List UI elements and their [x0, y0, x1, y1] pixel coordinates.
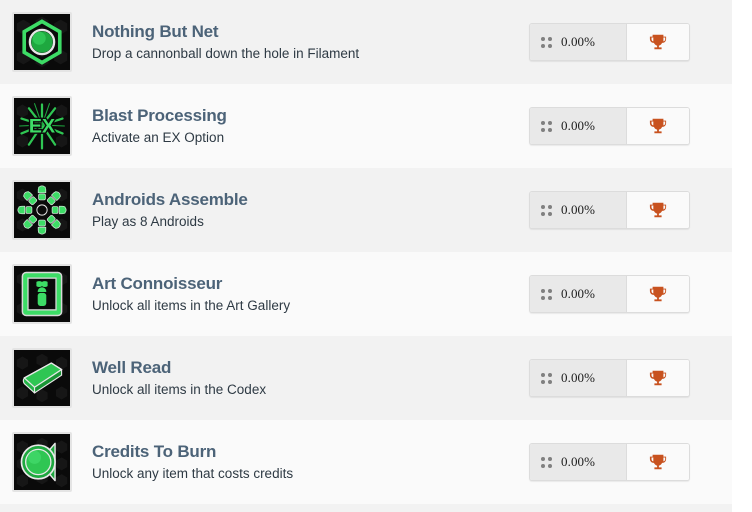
grip-dots-icon — [541, 120, 552, 132]
progress-button[interactable]: 0.00% — [530, 108, 627, 144]
achievement-text: Well Read Unlock all items in the Codex — [72, 357, 529, 400]
achievement-actions[interactable]: 0.00% — [529, 275, 690, 313]
achievement-actions[interactable]: 0.00% — [529, 107, 690, 145]
hexagon-ball-icon — [12, 12, 72, 72]
trophy-button[interactable] — [627, 360, 689, 396]
achievement-text: Blast Processing Activate an EX Option — [72, 105, 529, 148]
progress-button[interactable]: 0.00% — [530, 192, 627, 228]
grip-dots-icon — [541, 372, 552, 384]
achievement-description: Drop a cannonball down the hole in Filam… — [92, 45, 360, 61]
progress-value: 0.00% — [561, 370, 596, 385]
progress-value: 0.00% — [561, 454, 596, 469]
achievement-description: Unlock all items in the Codex — [92, 381, 267, 397]
svg-text:EX: EX — [29, 116, 55, 138]
achievement-row[interactable]: Art Connoisseur Unlock all items in the … — [0, 252, 732, 336]
trophy-icon — [649, 118, 667, 134]
achievement-description: Play as 8 Androids — [92, 213, 204, 229]
progress-value: 0.00% — [561, 118, 596, 133]
trophy-button[interactable] — [627, 444, 689, 480]
trophy-button[interactable] — [627, 276, 689, 312]
progress-button[interactable]: 0.00% — [530, 444, 627, 480]
achievement-title: Art Connoisseur — [92, 273, 223, 293]
achievement-actions[interactable]: 0.00% — [529, 443, 690, 481]
achievement-title: Nothing But Net — [92, 21, 219, 41]
progress-button[interactable]: 0.00% — [530, 24, 627, 60]
progress-value: 0.00% — [561, 202, 596, 217]
achievement-row[interactable]: Credits To Burn Unlock any item that cos… — [0, 420, 732, 504]
achievement-text: Credits To Burn Unlock any item that cos… — [72, 441, 529, 484]
ex-burst-icon: EX — [12, 96, 72, 156]
achievement-actions[interactable]: 0.00% — [529, 23, 690, 61]
progress-button[interactable]: 0.00% — [530, 360, 627, 396]
achievement-title: Well Read — [92, 357, 172, 377]
trophy-icon — [649, 202, 667, 218]
book-icon — [12, 348, 72, 408]
coin-credit-icon — [12, 432, 72, 492]
trophy-icon — [649, 454, 667, 470]
achievement-text: Nothing But Net Drop a cannonball down t… — [72, 21, 529, 64]
trophy-icon — [649, 286, 667, 302]
progress-button[interactable]: 0.00% — [530, 276, 627, 312]
grip-dots-icon — [541, 456, 552, 468]
trophy-icon — [649, 34, 667, 50]
androids-radial-icon — [12, 180, 72, 240]
achievement-row[interactable]: Well Read Unlock all items in the Codex … — [0, 336, 732, 420]
achievement-description: Unlock any item that costs credits — [92, 465, 294, 481]
trophy-button[interactable] — [627, 108, 689, 144]
progress-value: 0.00% — [561, 34, 596, 49]
achievement-title: Blast Processing — [92, 105, 227, 125]
achievement-text: Art Connoisseur Unlock all items in the … — [72, 273, 529, 316]
achievement-title: Credits To Burn — [92, 441, 217, 461]
progress-value: 0.00% — [561, 286, 596, 301]
achievement-row[interactable]: EX Blast Processing Activate an EX Optio… — [0, 84, 732, 168]
grip-dots-icon — [541, 204, 552, 216]
grip-dots-icon — [541, 36, 552, 48]
achievement-title: Androids Assemble — [92, 189, 248, 209]
achievements-list: Nothing But Net Drop a cannonball down t… — [0, 0, 732, 512]
achievement-text: Androids Assemble Play as 8 Androids — [72, 189, 529, 232]
achievement-actions[interactable]: 0.00% — [529, 191, 690, 229]
picture-frame-icon — [12, 264, 72, 324]
trophy-button[interactable] — [627, 24, 689, 60]
achievement-row[interactable]: Androids Assemble Play as 8 Androids 0.0… — [0, 168, 732, 252]
grip-dots-icon — [541, 288, 552, 300]
achievement-actions[interactable]: 0.00% — [529, 359, 690, 397]
achievement-row[interactable] — [0, 504, 732, 512]
achievements-page: Nothing But Net Drop a cannonball down t… — [0, 0, 752, 512]
trophy-button[interactable] — [627, 192, 689, 228]
achievement-row[interactable]: Nothing But Net Drop a cannonball down t… — [0, 0, 732, 84]
trophy-icon — [649, 370, 667, 386]
achievement-description: Unlock all items in the Art Gallery — [92, 297, 291, 313]
achievement-description: Activate an EX Option — [92, 129, 225, 145]
